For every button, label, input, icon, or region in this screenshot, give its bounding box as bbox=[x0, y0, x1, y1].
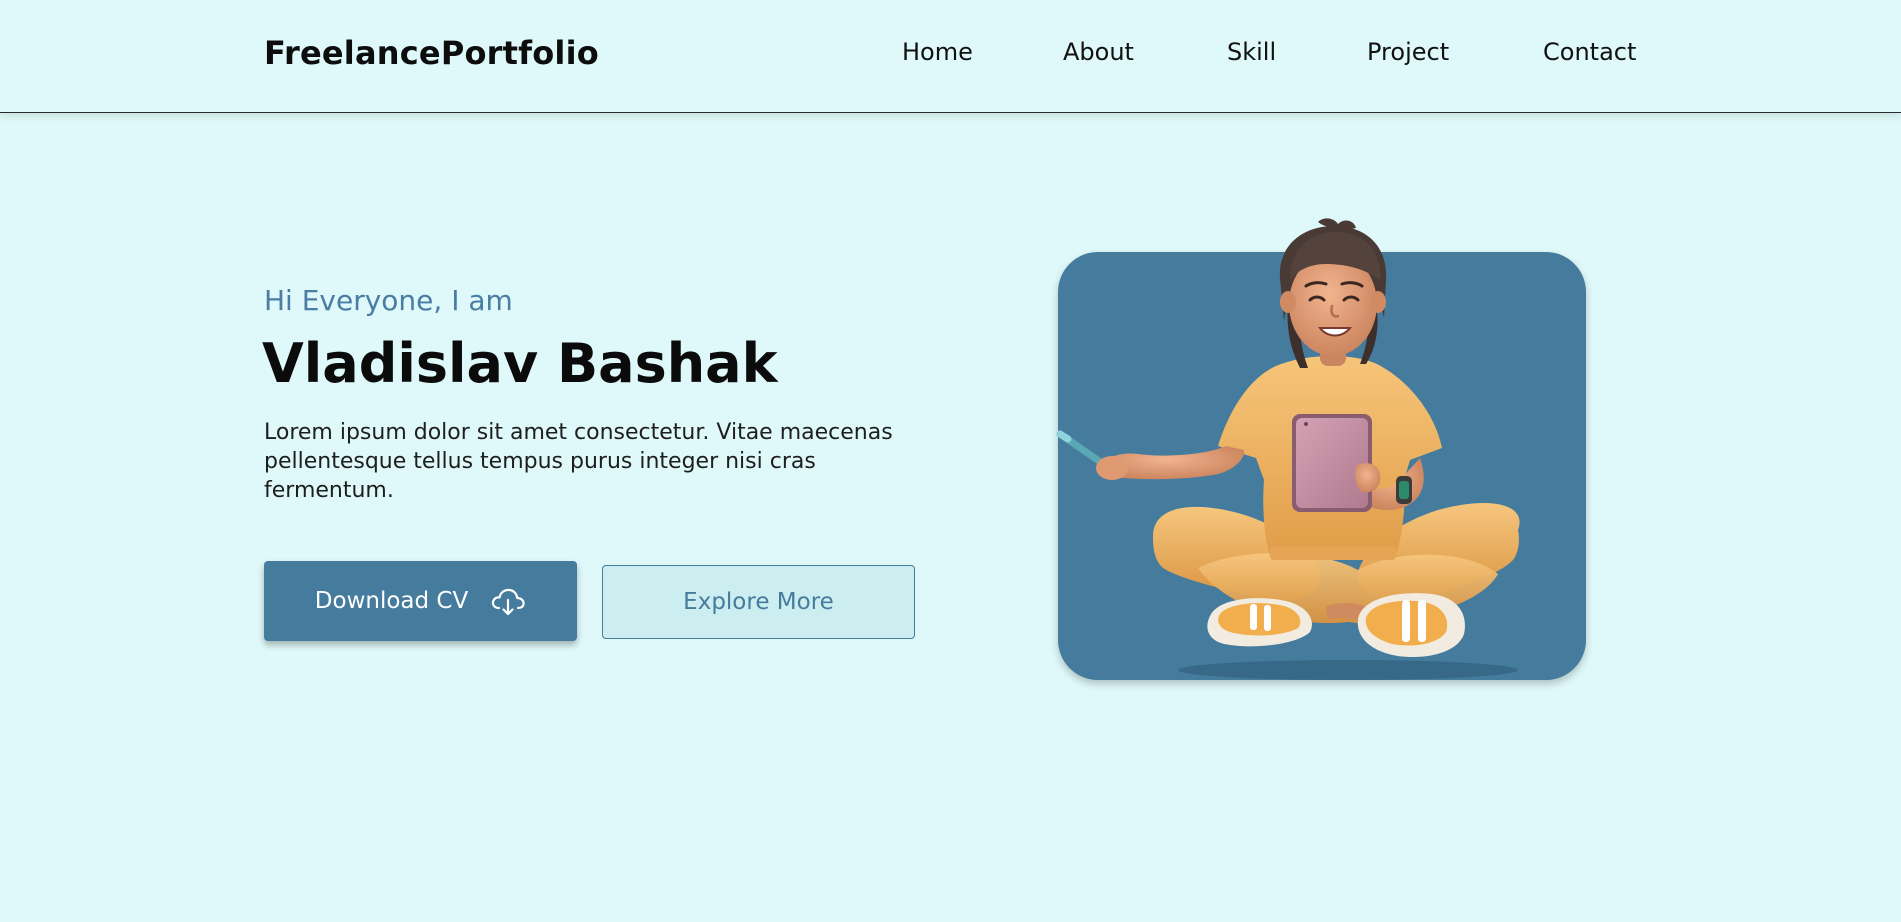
watch-icon bbox=[1396, 476, 1412, 504]
nav-skill[interactable]: Skill bbox=[1227, 38, 1276, 66]
nav-project[interactable]: Project bbox=[1367, 38, 1449, 66]
cloud-download-icon bbox=[492, 588, 525, 616]
nav-contact[interactable]: Contact bbox=[1543, 38, 1636, 66]
character-illustration bbox=[1056, 218, 1520, 680]
download-cv-label: Download CV bbox=[314, 588, 469, 614]
shoe-left bbox=[1207, 598, 1312, 647]
tablet-icon bbox=[1292, 414, 1372, 512]
hero-greeting: Hi Everyone, I am bbox=[264, 284, 513, 317]
explore-more-button[interactable]: Explore More bbox=[602, 565, 915, 639]
shoe-right bbox=[1357, 593, 1465, 658]
download-cv-button[interactable]: Download CV bbox=[264, 561, 577, 641]
hero-name: Vladislav Bashak bbox=[262, 332, 778, 395]
main-nav: Home About Skill Project Contact bbox=[0, 38, 1901, 70]
nav-about[interactable]: About bbox=[1063, 38, 1134, 66]
site-header: FreelancePortfolio Home About Skill Proj… bbox=[0, 0, 1901, 113]
nav-home[interactable]: Home bbox=[902, 38, 973, 66]
hero-intro: Lorem ipsum dolor sit amet consectetur. … bbox=[264, 420, 893, 503]
hero-illustration bbox=[1056, 218, 1588, 684]
